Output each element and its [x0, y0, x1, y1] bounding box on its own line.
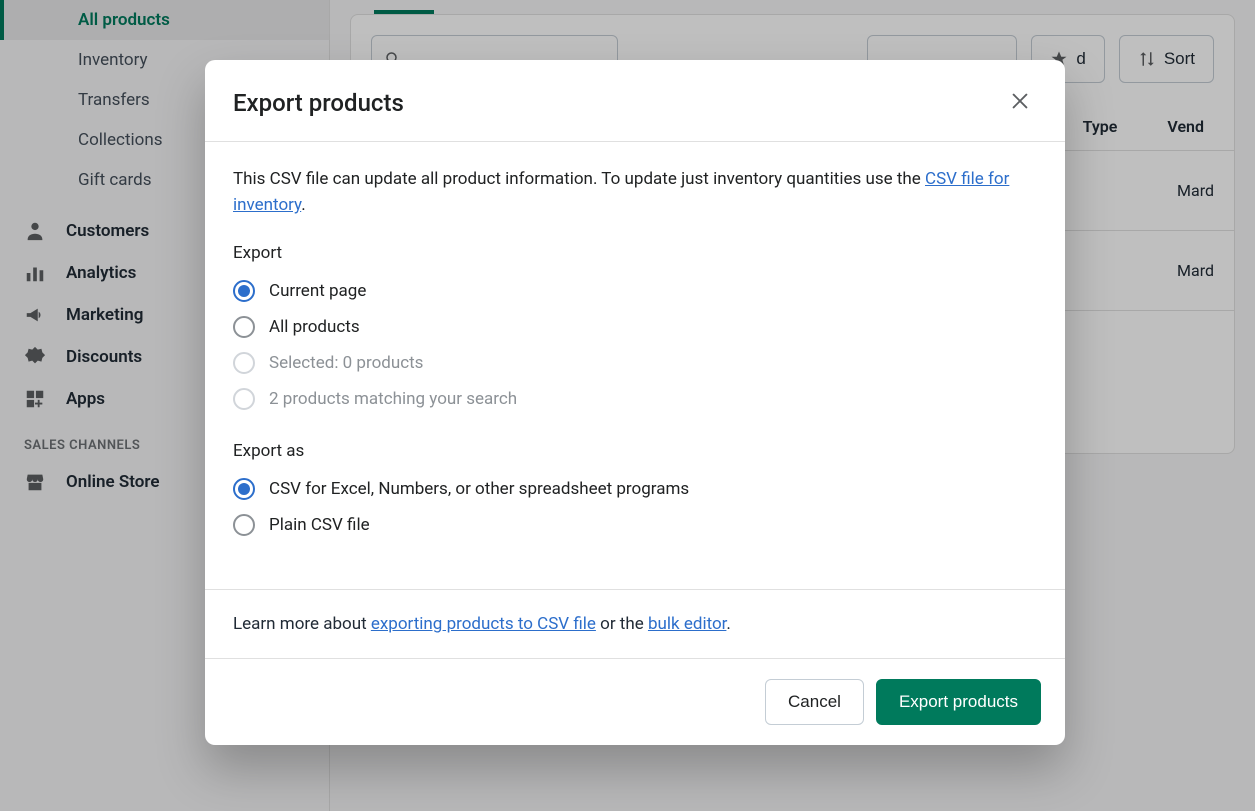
- radio-icon: [233, 478, 255, 500]
- modal-learn-more: Learn more about exporting products to C…: [205, 590, 1065, 659]
- radio-label: Selected: 0 products: [269, 353, 423, 373]
- radio-icon: [233, 352, 255, 374]
- close-icon: [1009, 90, 1031, 112]
- radio-label: Plain CSV file: [269, 515, 370, 535]
- export-products-modal: Export products This CSV file can update…: [205, 60, 1065, 745]
- exporting-csv-link[interactable]: exporting products to CSV file: [371, 614, 596, 634]
- export-option-matching-search: 2 products matching your search: [233, 381, 1037, 417]
- export-option-current-page[interactable]: Current page: [233, 273, 1037, 309]
- format-option-plain-csv[interactable]: Plain CSV file: [233, 507, 1037, 543]
- cancel-button[interactable]: Cancel: [765, 679, 864, 725]
- radio-icon: [233, 514, 255, 536]
- radio-label: CSV for Excel, Numbers, or other spreads…: [269, 479, 689, 499]
- format-option-excel-csv[interactable]: CSV for Excel, Numbers, or other spreads…: [233, 471, 1037, 507]
- radio-label: Current page: [269, 281, 366, 301]
- export-group-label: Export: [233, 243, 1037, 263]
- bulk-editor-link[interactable]: bulk editor: [648, 614, 726, 634]
- modal-header: Export products: [205, 60, 1065, 142]
- export-products-button[interactable]: Export products: [876, 679, 1041, 725]
- modal-title: Export products: [233, 89, 404, 117]
- export-option-all-products[interactable]: All products: [233, 309, 1037, 345]
- radio-icon: [233, 388, 255, 410]
- radio-icon: [233, 316, 255, 338]
- radio-label: 2 products matching your search: [269, 389, 517, 409]
- radio-icon: [233, 280, 255, 302]
- radio-label: All products: [269, 317, 360, 337]
- modal-footer: Cancel Export products: [205, 659, 1065, 745]
- modal-intro: This CSV file can update all product inf…: [233, 166, 1037, 219]
- format-group-label: Export as: [233, 441, 1037, 461]
- modal-body: This CSV file can update all product inf…: [205, 142, 1065, 567]
- export-option-selected: Selected: 0 products: [233, 345, 1037, 381]
- close-button[interactable]: [1003, 84, 1037, 121]
